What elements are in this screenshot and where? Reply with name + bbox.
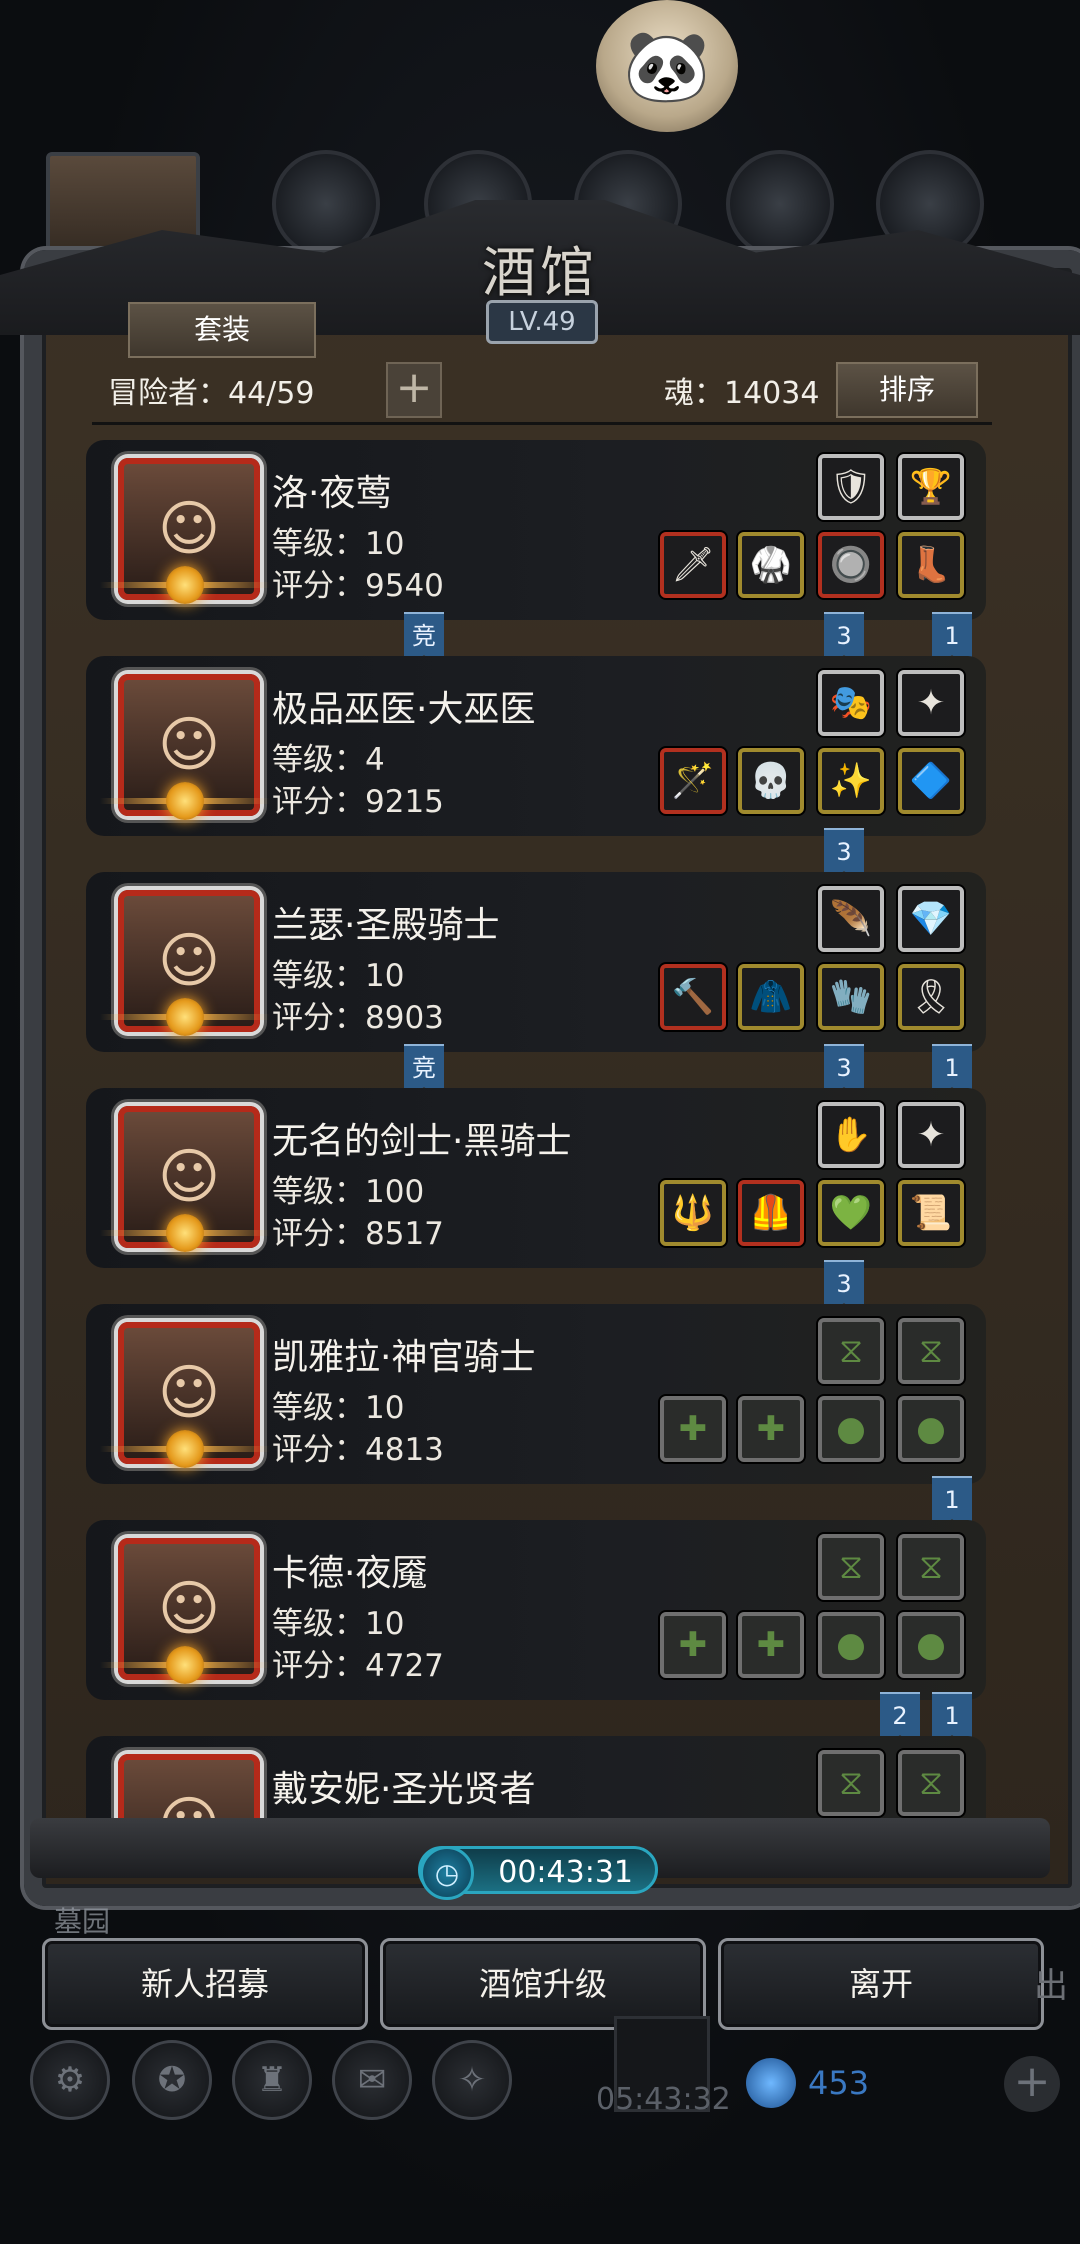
compass-icon[interactable]: ✧ <box>432 2040 512 2120</box>
panda-avatar-icon[interactable]: 🐼 <box>596 0 738 132</box>
boots-icon[interactable]: 👢 <box>898 532 964 598</box>
bracer-icon[interactable]: 🧤 <box>818 964 884 1030</box>
gem-icon <box>746 2058 796 2108</box>
armor-icon[interactable]: 🥋 <box>738 532 804 598</box>
gem-icon[interactable]: 💚 <box>818 1180 884 1246</box>
rank-emblem-icon <box>166 1430 204 1468</box>
hero-name: 洛·夜莺 <box>272 473 392 514</box>
mask-icon[interactable]: 🎭 <box>818 670 884 736</box>
recruit-button[interactable]: 新人招募 <box>42 1938 368 2030</box>
wand-icon[interactable]: 🔱 <box>660 1180 726 1246</box>
hero-card[interactable]: ☺ 兰瑟·圣殿骑士 等级：10 评分：8903 🪶 💎 🔨 🧥 🧤 🎗 <box>86 872 986 1052</box>
chalice-icon[interactable]: 🏆 <box>898 454 964 520</box>
hero-card[interactable]: ☺ 无名的剑士·黑骑士 等级：100 评分：8517 ✋ ✦ 🔱 🦺 💚 📜 <box>86 1088 986 1268</box>
hero-portrait: ☺ <box>118 1754 260 1824</box>
scroll-icon[interactable]: 📜 <box>898 1180 964 1246</box>
gem-count: 453 <box>808 2064 870 2102</box>
hero-card[interactable]: ☺ 戴安妮·圣光贤者 ⧖⧖ <box>86 1736 986 1824</box>
hero-score: 评分：4727 <box>272 1648 444 1684</box>
amulet-icon[interactable]: 🔘 <box>818 532 884 598</box>
hero-name: 卡德·夜魇 <box>272 1553 428 1594</box>
hero-level: 等级：10 <box>272 1606 405 1642</box>
empty-weapon-icon[interactable]: ✚ <box>660 1396 726 1462</box>
hero-score: 评分：4813 <box>272 1432 444 1468</box>
mail-icon[interactable]: ✉ <box>332 2040 412 2120</box>
shield-icon[interactable]: 🛡 <box>818 454 884 520</box>
hero-level: 等级：4 <box>272 742 385 778</box>
background-location-label: 墓园 <box>54 1905 111 1938</box>
rank-emblem-icon <box>166 566 204 604</box>
hero-score: 评分：9540 <box>272 568 444 604</box>
hero-score: 评分：9215 <box>272 784 444 820</box>
hero-card[interactable]: ☺ 极品巫医·大巫医 等级：4 评分：9215 🎭 ✦ 🪄 💀 ✨ 🔷 <box>86 656 986 836</box>
rank-emblem-icon <box>166 1214 204 1252</box>
hero-level: 等级：10 <box>272 526 405 562</box>
gear-icon[interactable]: ⚙ <box>30 2040 110 2120</box>
empty-armor-icon[interactable]: ✚ <box>738 1612 804 1678</box>
side-label: 出 <box>1034 1966 1068 2006</box>
empty-ring-icon[interactable]: ● <box>818 1396 884 1462</box>
empty-slot-icon[interactable]: ⧖ <box>818 1534 884 1600</box>
spear-icon[interactable]: 🗡 <box>660 532 726 598</box>
hero-name: 凯雅拉·神官骑士 <box>272 1337 536 1378</box>
empty-slot-icon[interactable]: ⧖ <box>898 1534 964 1600</box>
belt-icon[interactable]: 🎗 <box>898 964 964 1030</box>
empty-slot-icon[interactable]: ⧖ <box>818 1750 884 1816</box>
skull-armor-icon[interactable]: 💀 <box>738 748 804 814</box>
hero-level: 等级：100 <box>272 1174 425 1210</box>
hero-name: 兰瑟·圣殿骑士 <box>272 905 500 946</box>
staff-icon[interactable]: 🪄 <box>660 748 726 814</box>
hero-card[interactable]: ☺ 凯雅拉·神官骑士 等级：10 评分：4813 ⧖ ⧖ ✚ ✚ ● ● <box>86 1304 986 1484</box>
hero-level: 等级：10 <box>272 958 405 994</box>
divider <box>92 422 992 425</box>
page-title: 酒馆 <box>482 241 598 304</box>
add-adventurer-button[interactable]: + <box>386 362 442 418</box>
robe-icon[interactable]: 🧥 <box>738 964 804 1030</box>
empty-slot-icon[interactable]: ⧖ <box>898 1750 964 1816</box>
hero-name: 戴安妮·圣光贤者 <box>272 1769 536 1810</box>
star-icon[interactable]: ✪ <box>132 2040 212 2120</box>
empty-ring-icon[interactable]: ● <box>898 1612 964 1678</box>
hero-score: 评分：8903 <box>272 1000 444 1036</box>
hero-name: 极品巫医·大巫医 <box>272 689 536 730</box>
gauntlet-icon[interactable]: ✋ <box>818 1102 884 1168</box>
emblem-icon[interactable]: ✦ <box>898 1102 964 1168</box>
empty-armor-icon[interactable]: ✚ <box>738 1396 804 1462</box>
empty-weapon-icon[interactable]: ✚ <box>660 1612 726 1678</box>
rune-icon[interactable]: 🔷 <box>898 748 964 814</box>
rank-emblem-icon <box>166 782 204 820</box>
orb-icon[interactable]: ✨ <box>818 748 884 814</box>
chest-timer: 05:43:32 <box>596 2082 731 2117</box>
set-button[interactable]: 套装 <box>128 302 316 358</box>
rank-emblem-icon <box>166 1646 204 1684</box>
hammer-icon[interactable]: 🔨 <box>660 964 726 1030</box>
clock-icon: ◷ <box>420 1846 474 1900</box>
tavern-level-badge: LV.49 <box>486 300 598 344</box>
hero-level: 等级：10 <box>272 1390 405 1426</box>
leave-button[interactable]: 离开 <box>718 1938 1044 2030</box>
sort-button[interactable]: 排序 <box>836 362 978 418</box>
hero-name: 无名的剑士·黑骑士 <box>272 1121 572 1162</box>
plate-armor-icon[interactable]: 🦺 <box>738 1180 804 1246</box>
hero-score: 评分：8517 <box>272 1216 444 1252</box>
feather-icon[interactable]: 🪶 <box>818 886 884 952</box>
adventurer-count: 冒险者：44/59 <box>108 376 315 411</box>
hero-list[interactable]: ☺ 洛·夜莺 等级：10 评分：9540 🛡 🏆 🗡 🥋 🔘 👢 竞 3 1 ☺ 极品巫医·大巫医 等级：4 评… <box>86 440 986 1824</box>
crystal-icon[interactable]: 💎 <box>898 886 964 952</box>
add-gem-button[interactable]: + <box>1004 2056 1060 2112</box>
castle-icon[interactable]: ♜ <box>232 2040 312 2120</box>
emblem-icon[interactable]: ✦ <box>898 670 964 736</box>
hero-card[interactable]: ☺ 卡德·夜魇 等级：10 评分：4727 ⧖ ⧖ ✚ ✚ ● ● <box>86 1520 986 1700</box>
rank-emblem-icon <box>166 998 204 1036</box>
hero-card[interactable]: ☺ 洛·夜莺 等级：10 评分：9540 🛡 🏆 🗡 🥋 🔘 👢 <box>86 440 986 620</box>
empty-ring-icon[interactable]: ● <box>898 1396 964 1462</box>
empty-slot-icon[interactable]: ⧖ <box>818 1318 884 1384</box>
empty-ring-icon[interactable]: ● <box>818 1612 884 1678</box>
soul-count: 魂：14034 <box>664 376 820 411</box>
empty-slot-icon[interactable]: ⧖ <box>898 1318 964 1384</box>
